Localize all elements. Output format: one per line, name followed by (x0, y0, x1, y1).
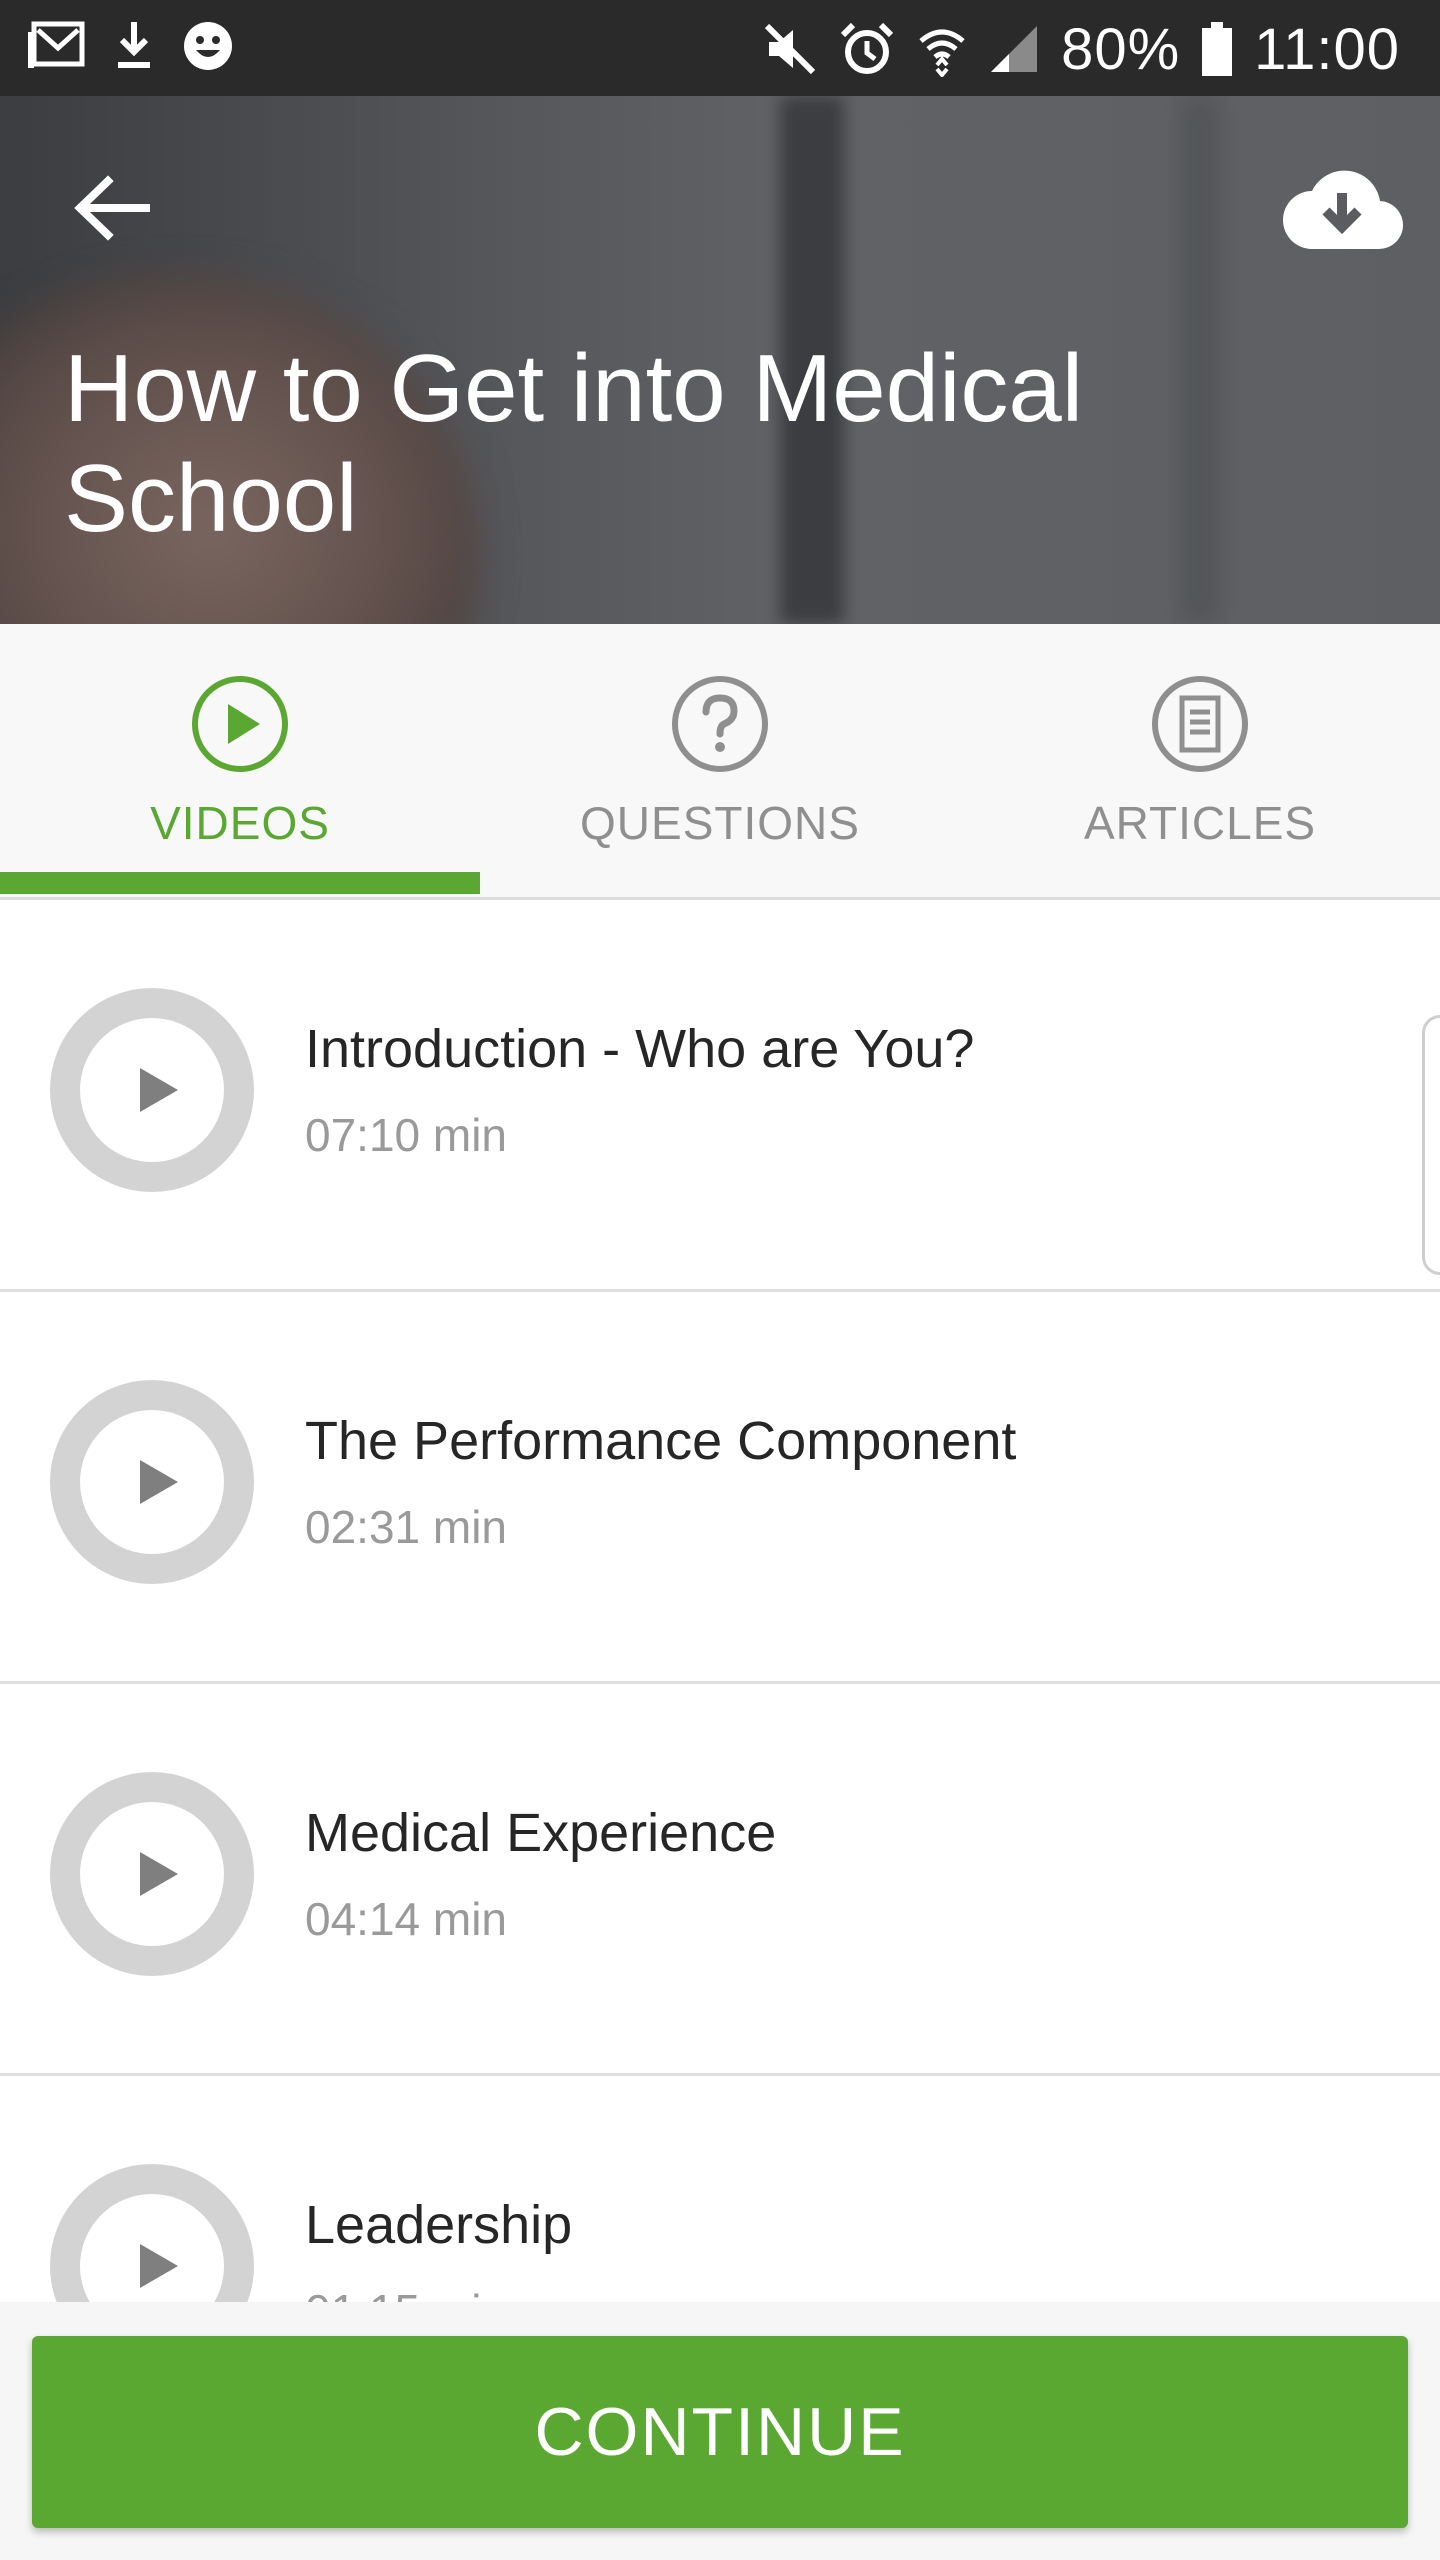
video-duration: 02:31 min (305, 1501, 508, 1553)
video-item-3[interactable]: Medical Experience 04:14 min (0, 1684, 1440, 2076)
back-button[interactable] (56, 152, 168, 264)
video-title: Medical Experience (305, 1803, 777, 1863)
video-list[interactable]: Introduction - Who are You? 07:10 min Th… (0, 900, 1440, 2468)
download-button[interactable] (1272, 154, 1412, 264)
download-icon (118, 22, 150, 68)
video-title: Leadership (305, 2195, 573, 2255)
page-title: How to Get into Medical School (64, 335, 1084, 552)
tab-articles-label: ARTICLES (1083, 797, 1317, 849)
tab-articles[interactable]: ARTICLES (960, 624, 1440, 900)
tab-bar: VIDEOS QUESTIONS ARTICLES (0, 624, 1440, 900)
battery-icon (1202, 22, 1233, 76)
wifi-icon (919, 29, 965, 77)
play-circle-icon (192, 676, 288, 772)
battery-percent: 80% (1061, 16, 1181, 82)
video-duration: 07:10 min (305, 1109, 508, 1161)
scroll-handle[interactable] (1422, 1015, 1440, 1275)
cloud-download-icon (1283, 170, 1404, 250)
tab-videos[interactable]: VIDEOS (0, 624, 480, 900)
tab-videos-label: VIDEOS (150, 797, 330, 849)
bottom-action-bar: CONTINUE (0, 2302, 1440, 2560)
active-tab-indicator (0, 872, 480, 894)
alarm-icon (840, 22, 894, 74)
clock: 11:00 (1254, 16, 1400, 82)
play-icon[interactable] (50, 988, 254, 1192)
smiley-icon (184, 22, 232, 70)
article-circle-icon (1152, 676, 1248, 772)
video-item-1[interactable]: Introduction - Who are You? 07:10 min (0, 900, 1440, 1292)
video-duration: 04:14 min (305, 1893, 508, 1945)
status-bar: 80% 11:00 (0, 0, 1440, 96)
play-icon[interactable] (50, 1380, 254, 1584)
tab-questions-label: QUESTIONS (580, 797, 860, 849)
back-arrow-icon (74, 175, 150, 241)
tab-questions[interactable]: QUESTIONS (480, 624, 960, 900)
mute-icon (764, 23, 816, 75)
status-right-icons: 80% 11:00 (763, 10, 1400, 88)
video-item-2[interactable]: The Performance Component 02:31 min (0, 1292, 1440, 1684)
signal-icon (991, 26, 1038, 72)
gmail-icon (28, 21, 85, 68)
question-circle-icon (672, 676, 768, 772)
play-icon[interactable] (50, 1772, 254, 1976)
continue-button[interactable]: CONTINUE (32, 2336, 1408, 2528)
status-left-icons (28, 18, 236, 74)
video-title: The Performance Component (305, 1411, 1017, 1471)
video-title: Introduction - Who are You? (305, 1019, 975, 1079)
course-header: How to Get into Medical School (0, 96, 1440, 624)
